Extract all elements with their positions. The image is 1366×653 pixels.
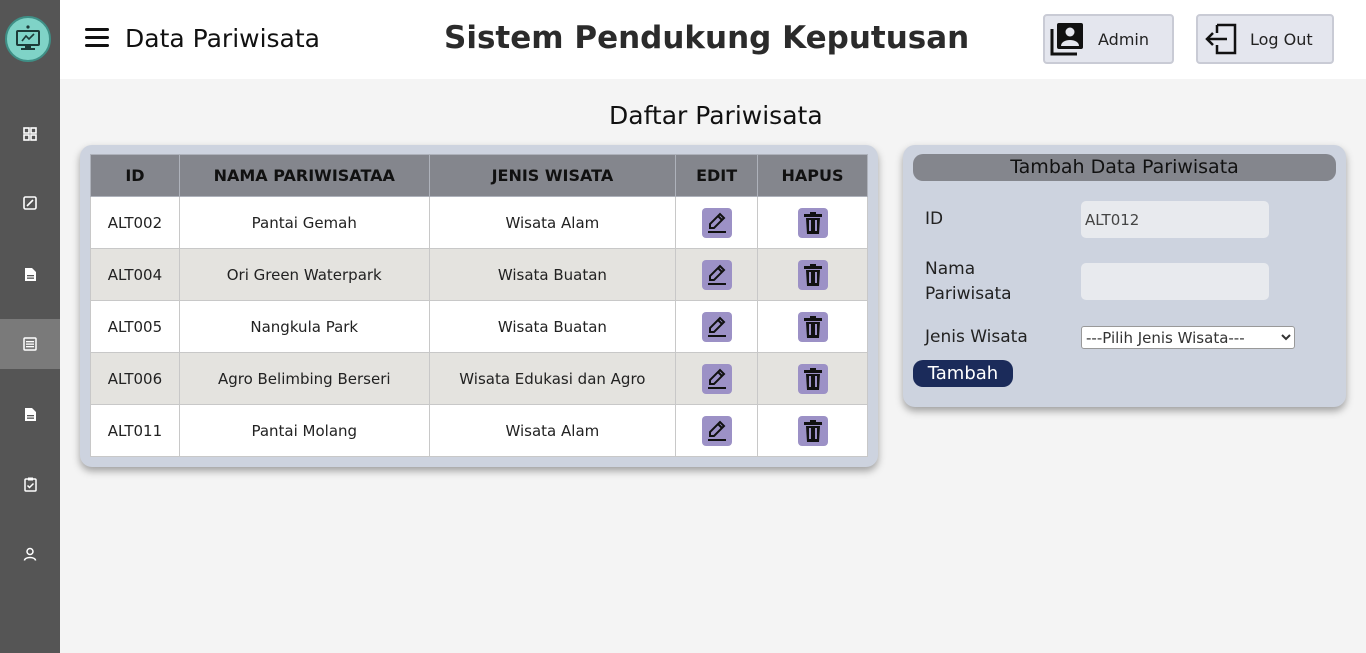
logout-button[interactable]: Log Out <box>1196 14 1334 64</box>
cell-nama: Nangkula Park <box>178 300 430 353</box>
delete-button[interactable] <box>797 259 828 290</box>
sidebar-item-edit[interactable] <box>0 178 60 228</box>
table-row: ALT006 Agro Belimbing Berseri Wisata Edu… <box>90 352 868 405</box>
cell-jenis: Wisata Buatan <box>428 300 677 353</box>
cell-jenis: Wisata Alam <box>428 196 677 249</box>
cell-nama: Agro Belimbing Berseri <box>178 352 430 405</box>
table-row: ALT005 Nangkula Park Wisata Buatan <box>90 300 868 353</box>
cell-id: ALT006 <box>90 352 180 405</box>
cell-hapus <box>757 300 868 353</box>
jenis-wisata-label: Jenis Wisata <box>925 327 1028 347</box>
id-label: ID <box>925 209 944 229</box>
monitor-logo-icon <box>16 25 40 50</box>
delete-button[interactable] <box>797 363 828 394</box>
trash-icon <box>803 367 822 390</box>
pencil-icon <box>707 420 726 441</box>
table-row: ALT011 Pantai Molang Wisata Alam <box>90 404 868 457</box>
pencil-icon <box>707 264 726 285</box>
cell-hapus <box>757 196 868 249</box>
pencil-icon <box>707 368 726 389</box>
jenis-wisata-select[interactable]: ---Pilih Jenis Wisata--- <box>1081 326 1295 349</box>
user-icon <box>23 547 37 561</box>
cell-id: ALT004 <box>90 248 180 301</box>
edit-button[interactable] <box>701 363 732 394</box>
cell-edit <box>675 352 759 405</box>
table-header-row: ID NAMA PARIWISATAA JENIS WISATA EDIT HA… <box>90 154 868 197</box>
table-row: ALT004 Ori Green Waterpark Wisata Buatan <box>90 248 868 301</box>
cell-jenis: Wisata Edukasi dan Agro <box>428 352 677 405</box>
sidebar-item-user[interactable] <box>0 529 60 579</box>
delete-button[interactable] <box>797 415 828 446</box>
logout-label: Log Out <box>1250 29 1313 49</box>
header-jenis: JENIS WISATA <box>428 154 677 197</box>
delete-button[interactable] <box>797 207 828 238</box>
edit-box-icon <box>23 196 37 210</box>
section-title: Daftar Pariwisata <box>609 101 823 130</box>
document-icon <box>24 407 36 421</box>
admin-button[interactable]: Admin <box>1043 14 1174 64</box>
header-hapus: HAPUS <box>757 154 868 197</box>
cell-edit <box>675 404 759 457</box>
dashboard-icon <box>23 127 37 141</box>
trash-icon <box>803 263 822 286</box>
trash-icon <box>803 211 822 234</box>
cell-id: ALT005 <box>90 300 180 353</box>
app-title: Sistem Pendukung Keputusan <box>444 20 970 56</box>
cell-nama: Ori Green Waterpark <box>178 248 430 301</box>
list-icon <box>23 337 37 351</box>
nama-label-line1: Nama <box>925 259 976 279</box>
page-title: Data Pariwisata <box>125 24 320 53</box>
tambah-button[interactable]: Tambah <box>913 360 1013 387</box>
pencil-icon <box>707 316 726 337</box>
app-logo <box>5 16 51 62</box>
cell-jenis: Wisata Alam <box>428 404 677 457</box>
edit-button[interactable] <box>701 259 732 290</box>
cell-nama: Pantai Molang <box>178 404 430 457</box>
cell-id: ALT011 <box>90 404 180 457</box>
edit-button[interactable] <box>701 415 732 446</box>
sidebar-item-list[interactable] <box>0 319 60 369</box>
pencil-icon <box>707 212 726 233</box>
sidebar-item-document-1[interactable] <box>0 249 60 299</box>
tambah-data-form: Tambah Data Pariwisata ID Nama Pariwisat… <box>903 145 1346 407</box>
cell-hapus <box>757 352 868 405</box>
top-header: Data Pariwisata Sistem Pendukung Keputus… <box>60 0 1366 79</box>
sidebar-item-dashboard[interactable] <box>0 109 60 159</box>
cell-hapus <box>757 404 868 457</box>
sidebar-item-document-2[interactable] <box>0 389 60 439</box>
document-icon <box>24 267 36 281</box>
header-nama: NAMA PARIWISATAA <box>178 154 430 197</box>
pariwisata-table: ID NAMA PARIWISATAA JENIS WISATA EDIT HA… <box>90 154 868 457</box>
id-field[interactable] <box>1081 201 1269 238</box>
header-id: ID <box>90 154 180 197</box>
cell-hapus <box>757 248 868 301</box>
trash-icon <box>803 419 822 442</box>
cell-jenis: Wisata Buatan <box>428 248 677 301</box>
clipboard-check-icon <box>23 477 37 492</box>
user-profile-icon <box>1050 23 1083 56</box>
trash-icon <box>803 315 822 338</box>
pariwisata-table-card: ID NAMA PARIWISATAA JENIS WISATA EDIT HA… <box>80 145 878 467</box>
cell-edit <box>675 248 759 301</box>
admin-label: Admin <box>1098 29 1149 49</box>
cell-nama: Pantai Gemah <box>178 196 430 249</box>
table-row: ALT002 Pantai Gemah Wisata Alam <box>90 196 868 249</box>
cell-edit <box>675 196 759 249</box>
edit-button[interactable] <box>701 311 732 342</box>
form-title: Tambah Data Pariwisata <box>913 154 1336 181</box>
header-edit: EDIT <box>675 154 759 197</box>
nama-pariwisata-field[interactable] <box>1081 263 1269 300</box>
cell-edit <box>675 300 759 353</box>
edit-button[interactable] <box>701 207 732 238</box>
delete-button[interactable] <box>797 311 828 342</box>
nama-label-line2: Pariwisata <box>925 284 1012 304</box>
menu-toggle-icon[interactable] <box>85 28 109 48</box>
sidebar <box>0 0 60 653</box>
logout-icon <box>1205 23 1237 55</box>
sidebar-item-clipboard[interactable] <box>0 459 60 509</box>
cell-id: ALT002 <box>90 196 180 249</box>
